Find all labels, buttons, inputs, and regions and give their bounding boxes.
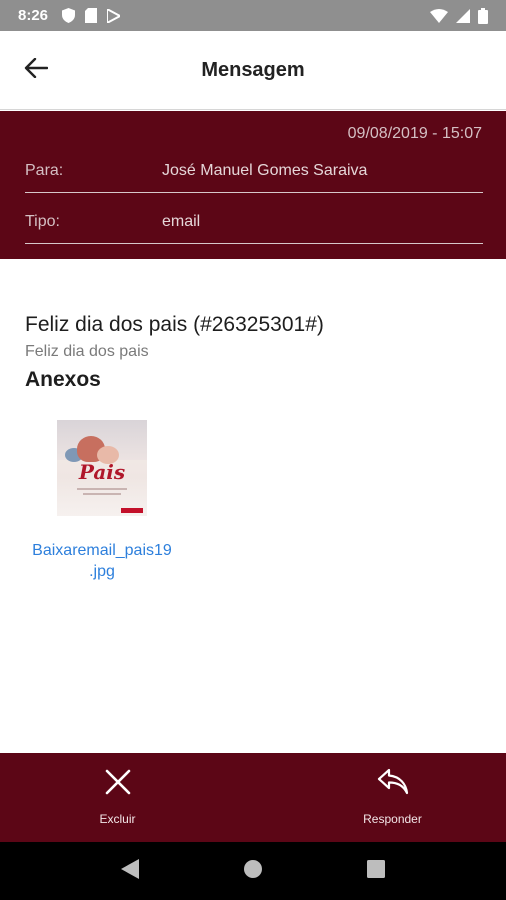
message-subject: Feliz dia dos pais (#26325301#) <box>25 313 324 336</box>
nav-home-button[interactable] <box>229 847 277 895</box>
shield-icon <box>62 8 76 23</box>
type-value: email <box>162 212 201 230</box>
wifi-icon <box>430 8 448 23</box>
status-time: 8:26 <box>18 7 49 24</box>
close-icon <box>104 766 132 798</box>
attachments-title: Anexos <box>25 368 101 391</box>
attachment-thumbnail[interactable]: Pais <box>57 420 147 516</box>
arrow-left-icon <box>24 57 49 83</box>
message-header: 09/08/2019 - 15:07 Para: José Manuel Gom… <box>0 111 506 259</box>
reply-button[interactable]: Responder <box>255 753 506 842</box>
play-store-icon <box>107 8 121 23</box>
signal-icon <box>456 8 470 23</box>
back-button[interactable] <box>16 53 56 87</box>
attachment-filename[interactable]: Baixaremail_pais19 .jpg <box>26 540 178 582</box>
back-triangle-icon <box>120 858 139 884</box>
thumbnail-title: Pais <box>78 460 126 484</box>
delete-button[interactable]: Excluir <box>0 753 255 842</box>
attachment-filename-line1: Baixaremail_pais19 <box>32 542 172 559</box>
attachment-filename-line2: .jpg <box>89 563 115 580</box>
sim-card-icon <box>85 8 98 23</box>
status-left-icons <box>62 8 121 23</box>
app-bar: Mensagem <box>0 31 506 110</box>
delete-label: Excluir <box>99 812 136 826</box>
recipient-row: Para: José Manuel Gomes Saraiva <box>25 149 483 193</box>
message-body: Feliz dia dos pais <box>25 343 149 360</box>
reply-icon <box>376 766 410 798</box>
type-row: Tipo: email <box>25 200 483 244</box>
thumbnail-logo <box>121 508 143 513</box>
status-bar: 8:26 <box>0 0 506 31</box>
page-title: Mensagem <box>201 58 305 81</box>
nav-back-button[interactable] <box>106 847 154 895</box>
reply-label: Responder <box>363 812 422 826</box>
recents-square-icon <box>367 859 386 883</box>
thumbnail-text-line <box>77 488 127 490</box>
recipient-value: José Manuel Gomes Saraiva <box>162 161 368 179</box>
recipient-label: Para: <box>25 161 64 179</box>
system-nav-bar <box>0 842 506 900</box>
attachment-item[interactable]: Pais Baixaremail_pais19 .jpg <box>26 420 178 582</box>
message-date: 09/08/2019 - 15:07 <box>347 125 482 142</box>
action-bar: Excluir Responder <box>0 753 506 842</box>
status-right-icons <box>430 7 488 24</box>
home-circle-icon <box>243 859 263 884</box>
type-label: Tipo: <box>25 212 60 230</box>
nav-recents-button[interactable] <box>352 847 400 895</box>
battery-icon <box>478 7 488 24</box>
thumbnail-text-line <box>83 493 121 495</box>
